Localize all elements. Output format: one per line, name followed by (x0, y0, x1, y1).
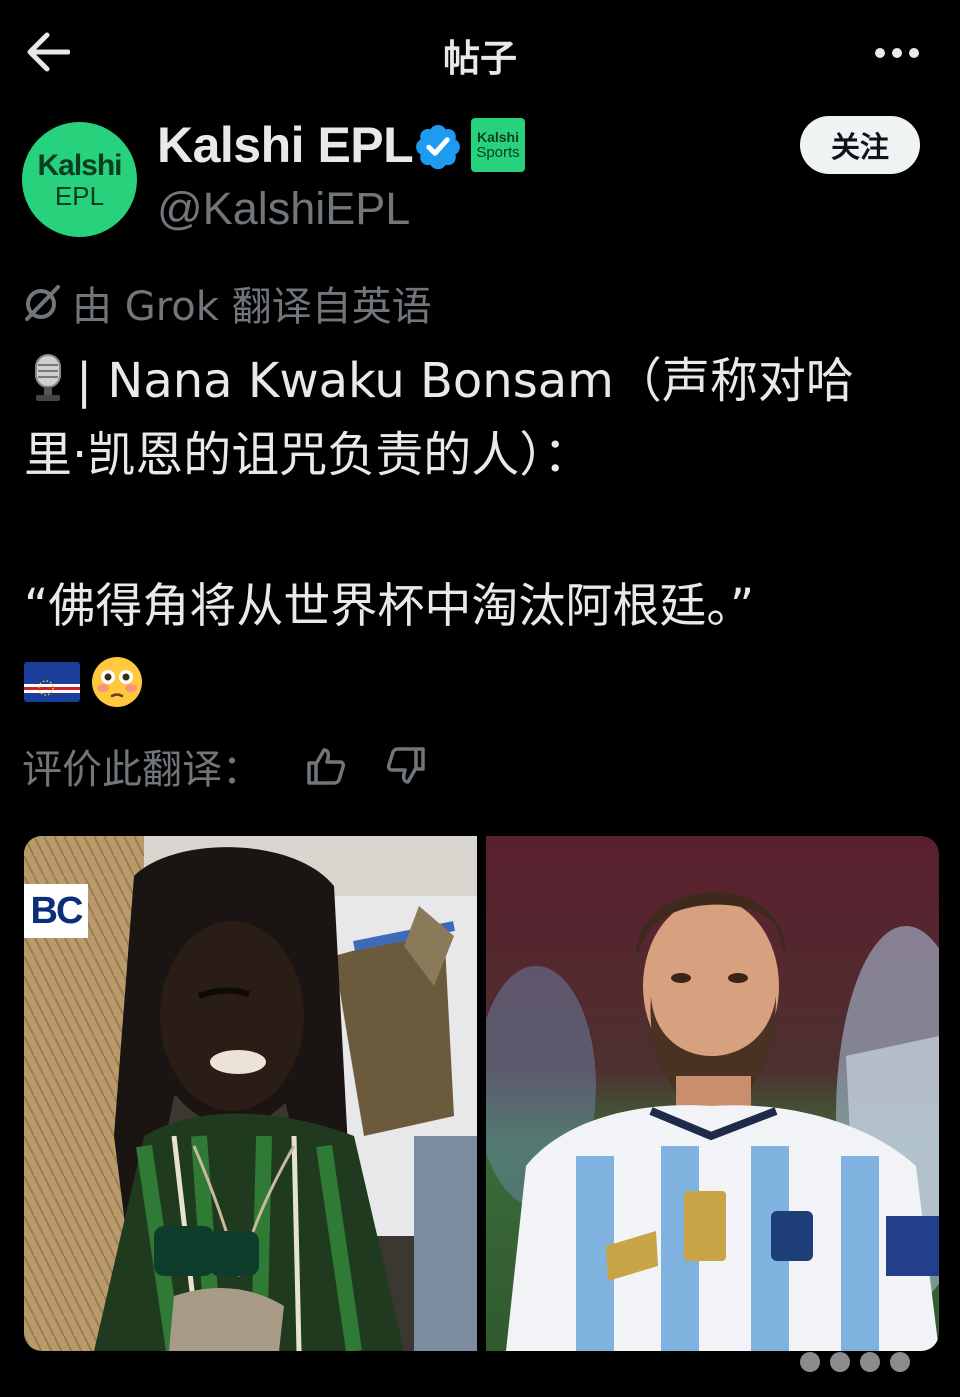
avatar-text-line2: EPL (54, 180, 105, 211)
rate-translation-row: 评价此翻译： (22, 738, 430, 794)
arrow-left-icon (27, 32, 70, 72)
post-text-line2: 里·凯恩的诅咒负责的人）： (24, 427, 592, 483)
grok-icon (25, 285, 60, 321)
thumbs-down-button[interactable] (382, 742, 430, 790)
emoji-row (24, 654, 144, 710)
media-image-left[interactable]: BC (24, 836, 477, 1351)
microphone-icon (35, 354, 61, 401)
back-button[interactable] (22, 26, 74, 78)
display-name[interactable]: Kalshi EPL (157, 116, 414, 174)
thumbs-down-icon (386, 747, 425, 784)
top-bar: 帖子 (0, 0, 960, 106)
more-horizontal-icon (875, 48, 919, 58)
translation-note[interactable]: 由 Grok 翻译自英语 (22, 276, 432, 330)
cape-verde-flag-icon (24, 662, 80, 702)
post-text-line1-content: | Nana Kwaku Bonsam（声称对哈 (76, 353, 854, 409)
verified-badge-icon (416, 124, 460, 170)
avatar[interactable]: Kalshi EPL (22, 122, 137, 237)
rate-translation-label: 评价此翻译： (22, 747, 262, 793)
photo-football-player (486, 836, 939, 1351)
org-badge-line1: Kalshi (476, 128, 519, 145)
user-handle[interactable]: @KalshiEPL (157, 183, 410, 235)
post-detail-page: 帖子 Kalshi EPL Kalshi EPL Kalshi Sports @… (0, 0, 960, 1397)
post-text-line1: | Nana Kwaku Bonsam（声称对哈 (24, 344, 934, 418)
bc-channel-logo: BC (24, 884, 88, 938)
follow-button[interactable]: 关注 (800, 116, 920, 174)
watermark-logo (800, 1352, 910, 1372)
translation-note-text: 由 Grok 翻译自英语 (72, 284, 432, 330)
org-affiliation-badge[interactable]: Kalshi Sports (471, 118, 525, 172)
photo-man-dreadlocks (24, 836, 477, 1351)
post-quote: “佛得角将从世界杯中淘汰阿根廷。” (24, 579, 755, 634)
media-image-right[interactable] (486, 836, 939, 1351)
thumbs-up-button[interactable] (302, 742, 350, 790)
page-title: 帖子 (443, 37, 517, 80)
flushed-face-icon (92, 657, 142, 707)
avatar-text-line1: Kalshi (37, 148, 122, 182)
more-options-button[interactable] (872, 30, 922, 76)
org-badge-line2: Sports (476, 143, 520, 161)
thumbs-up-icon (307, 748, 346, 785)
